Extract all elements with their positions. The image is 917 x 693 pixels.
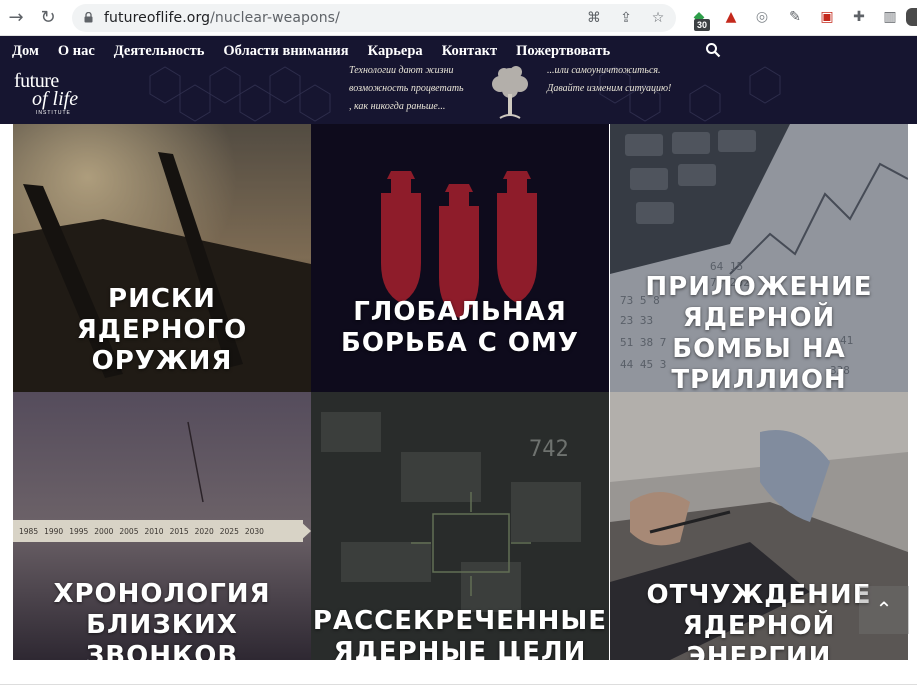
- tile-trillion-bomb-app[interactable]: 73 5 823 3351 38 7 44 45 333864 15 75 26…: [610, 124, 908, 392]
- search-icon[interactable]: [705, 42, 721, 58]
- browser-toolbar: → ↻ futureoflife.org/nuclear-weapons/ ⌘ …: [0, 0, 917, 36]
- timeline-year: 2010: [144, 527, 164, 536]
- tile-title-line: БОРЬБА С ОМУ: [341, 328, 579, 358]
- tile-title-line: ТРИЛЛИОН: [671, 365, 847, 392]
- fli-logo[interactable]: future of life INSTITUTE: [14, 70, 84, 118]
- reload-icon[interactable]: ↻: [38, 8, 58, 28]
- tile-nuclear-risks[interactable]: РИСКИ ЯДЕРНОГО ОРУЖИЯ: [13, 124, 311, 392]
- tagline-left: Технологии дают жизни возможность процве…: [349, 62, 464, 116]
- tile-title: РИСКИ ЯДЕРНОГО ОРУЖИЯ: [13, 284, 311, 377]
- tile-title-line: ЯДЕРНОЙ: [682, 303, 836, 333]
- tile-near-miss-timeline[interactable]: 1985 1990 1995 2000 2005 2010 2015 2020 2025 2030…: [13, 392, 311, 660]
- tile-title-line: БОМБЫ НА: [672, 334, 846, 364]
- bookmark-star-icon[interactable]: ☆: [649, 9, 667, 27]
- tile-title-line: РИСКИ: [108, 284, 216, 314]
- timeline-year: 2005: [119, 527, 139, 536]
- extension-badge: 30: [694, 19, 711, 31]
- timeline-year: 2020: [194, 527, 214, 536]
- tile-global-wmd-fight[interactable]: ГЛОБАЛЬНАЯ БОРЬБА С ОМУ: [311, 124, 609, 392]
- timeline-year: 1985: [19, 527, 39, 536]
- tile-title: ГЛОБАЛЬНАЯ БОРЬБА С ОМУ: [311, 297, 609, 359]
- tree-illustration: [492, 66, 528, 119]
- menu-item[interactable]: Карьера: [368, 43, 423, 60]
- tile-title-line: ОРУЖИЯ: [91, 346, 233, 376]
- timeline-year: 1990: [44, 527, 64, 536]
- timeline-year: 2000: [94, 527, 114, 536]
- menu-item[interactable]: Контакт: [442, 43, 497, 60]
- pdf-extension-icon[interactable]: ▲: [722, 8, 740, 26]
- tile-declassified-targets[interactable]: 742 РАССЕКРЕЧЕННЫЕ ЯДЕРНЫЕ ЦЕЛИ: [311, 392, 609, 660]
- back-to-top-button[interactable]: ⌃: [859, 586, 909, 634]
- chevron-up-icon: ⌃: [875, 597, 893, 621]
- back-arrow-icon[interactable]: →: [6, 8, 26, 28]
- tile-title-line: ЯДЕРНОГО: [76, 315, 248, 345]
- menu-item[interactable]: О нас: [58, 43, 95, 60]
- logo-line3: INSTITUTE: [36, 110, 71, 116]
- site-header: Дом О нас Деятельность Области внимания Карь…: [0, 36, 917, 124]
- url-domain: futureoflife.org: [104, 10, 211, 26]
- timeline-year: 2015: [169, 527, 189, 536]
- tagline-right-line: ...или самоуничтожиться.: [547, 65, 661, 76]
- tile-title-line: РАССЕКРЕЧЕННЫЕ: [312, 606, 608, 636]
- tile-title: ПРИЛОЖЕНИЕ ЯДЕРНОЙ БОМБЫ НА ТРИЛЛИОН: [610, 272, 908, 392]
- tagline-left-line: возможность процветать: [349, 83, 464, 94]
- side-panel-icon[interactable]: ▥: [881, 8, 899, 26]
- tile-title: ХРОНОЛОГИЯ БЛИЗКИХ ЗВОНКОВ: [13, 579, 311, 660]
- share-icon[interactable]: ⇪: [617, 9, 635, 27]
- menu-item[interactable]: Пожертвовать: [516, 43, 610, 60]
- tile-title-line: ЭНЕРГИИ: [686, 642, 832, 660]
- profile-avatar[interactable]: [906, 8, 917, 26]
- menu-item[interactable]: Области внимания: [223, 43, 348, 60]
- tile-title-line: ПРИЛОЖЕНИЕ: [645, 272, 873, 302]
- globe-extension-icon[interactable]: ◎: [753, 8, 771, 26]
- address-bar[interactable]: futureoflife.org/nuclear-weapons/ ⌘ ⇪ ☆: [72, 4, 676, 32]
- timeline-years: 1985 1990 1995 2000 2005 2010 2015 2020 2025 2030: [19, 527, 264, 536]
- eyedropper-extension-icon[interactable]: ✎: [786, 8, 804, 26]
- tile-title-line: ГЛОБАЛЬНАЯ: [353, 297, 567, 327]
- url-text[interactable]: futureoflife.org/nuclear-weapons/: [104, 10, 340, 26]
- tile-title-line: БЛИЗКИХ: [86, 610, 238, 640]
- tile-title-line: ЗВОНКОВ: [85, 641, 239, 660]
- main-menu: Дом О нас Деятельность Области внимания Карь…: [12, 43, 629, 60]
- page-bottom-edge: [0, 684, 917, 693]
- puzzle-extensions-icon[interactable]: ✚: [850, 8, 868, 26]
- tile-title-line: ХРОНОЛОГИЯ: [53, 579, 271, 609]
- tile-title: РАССЕКРЕЧЕННЫЕ ЯДЕРНЫЕ ЦЕЛИ: [311, 606, 609, 660]
- logo-line2: of life: [32, 88, 79, 110]
- tile-title-line: ЯДЕРНЫЕ ЦЕЛИ: [333, 637, 587, 660]
- timeline-year: 2025: [219, 527, 239, 536]
- tagline-left-line: Технологии дают жизни: [349, 65, 454, 76]
- translate-icon[interactable]: ⌘: [585, 9, 603, 27]
- tagline-right-line: Давайте изменим ситуацию!: [547, 83, 672, 94]
- menu-item[interactable]: Деятельность: [114, 43, 205, 60]
- timeline-year: 2030: [244, 527, 264, 536]
- topic-tiles-grid: РИСКИ ЯДЕРНОГО ОРУЖИЯ ГЛОБАЛЬНАЯ БОРЬБА …: [13, 124, 909, 684]
- timeline-year: 1995: [69, 527, 89, 536]
- lock-icon[interactable]: [84, 12, 93, 23]
- url-path: /nuclear-weapons/: [210, 10, 340, 26]
- tagline-left-line: , как никогда раньше...: [349, 101, 446, 112]
- tagline-right: ...или самоуничтожиться. Давайте изменим…: [547, 62, 671, 98]
- extension-cup-icon[interactable]: ▣: [818, 8, 836, 26]
- menu-item[interactable]: Дом: [12, 43, 39, 60]
